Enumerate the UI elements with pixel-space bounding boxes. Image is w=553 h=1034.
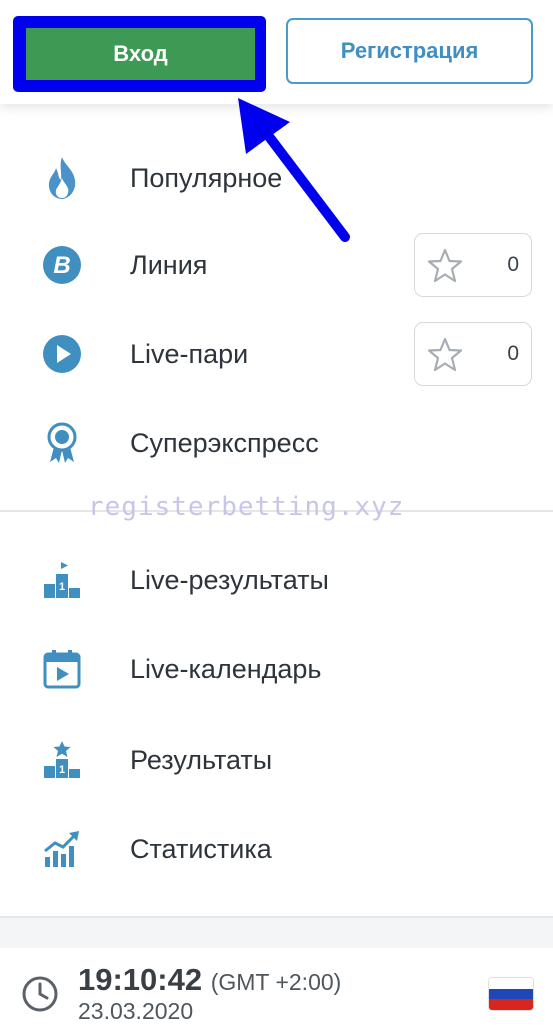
award-ribbon-icon — [40, 421, 84, 465]
menu-item-label: Live-пари — [130, 338, 249, 369]
star-icon — [427, 248, 463, 283]
favorites-counter[interactable]: 0 — [414, 233, 532, 297]
menu-item-live-calendar[interactable]: Live-календарь — [0, 634, 553, 704]
menu-item-label: Результаты — [130, 744, 273, 775]
menu-item-label: Live-результаты — [130, 564, 329, 595]
favorites-count: 0 — [507, 342, 519, 365]
annotation-arrow-icon — [238, 98, 350, 242]
menu-item-results[interactable]: 1 Результаты — [0, 725, 553, 795]
menu-item-superexpress[interactable]: Суперэкспресс — [0, 408, 553, 478]
footer-gap — [0, 918, 553, 948]
menu-item-label: Линия — [130, 249, 208, 280]
flame-icon — [40, 156, 84, 200]
login-button[interactable]: Вход — [26, 28, 255, 80]
menu-item-label: Суперэкспресс — [130, 427, 319, 458]
register-button[interactable]: Регистрация — [286, 18, 533, 84]
header: Вход Регистрация — [0, 0, 553, 104]
menu-item-label: Статистика — [130, 833, 272, 864]
svg-text:1: 1 — [59, 764, 65, 776]
favorites-count: 0 — [507, 253, 519, 276]
russia-flag-icon[interactable] — [489, 978, 533, 1010]
time-value: 19:10:42 — [78, 962, 203, 997]
svg-text:1: 1 — [59, 581, 65, 593]
menu-item-statistics[interactable]: Статистика — [0, 814, 553, 884]
svg-text:B: B — [53, 252, 70, 279]
clock-icon — [22, 976, 58, 1012]
current-date: 23.03.2020 — [78, 998, 194, 1024]
watermark-text: registerbetting.xyz — [88, 492, 405, 522]
podium-flag-icon: 1 — [40, 558, 84, 602]
footer: 19:10:42 (GMT +2:00) 23.03.2020 — [0, 948, 553, 1034]
podium-star-icon: 1 — [40, 738, 84, 782]
current-time: 19:10:42 (GMT +2:00) — [78, 962, 341, 998]
line-b-icon: B — [40, 243, 84, 287]
play-circle-icon — [40, 332, 84, 376]
menu-item-label: Live-календарь — [130, 653, 322, 684]
chart-trend-icon — [40, 827, 84, 871]
star-icon — [427, 337, 463, 372]
menu-item-live-results[interactable]: 1 Live-результаты — [0, 545, 553, 615]
calendar-play-icon — [40, 647, 84, 691]
menu-item-live-bets[interactable]: Live-пари 0 — [0, 319, 553, 389]
favorites-counter[interactable]: 0 — [414, 322, 532, 386]
timezone-label: (GMT +2:00) — [210, 969, 342, 995]
